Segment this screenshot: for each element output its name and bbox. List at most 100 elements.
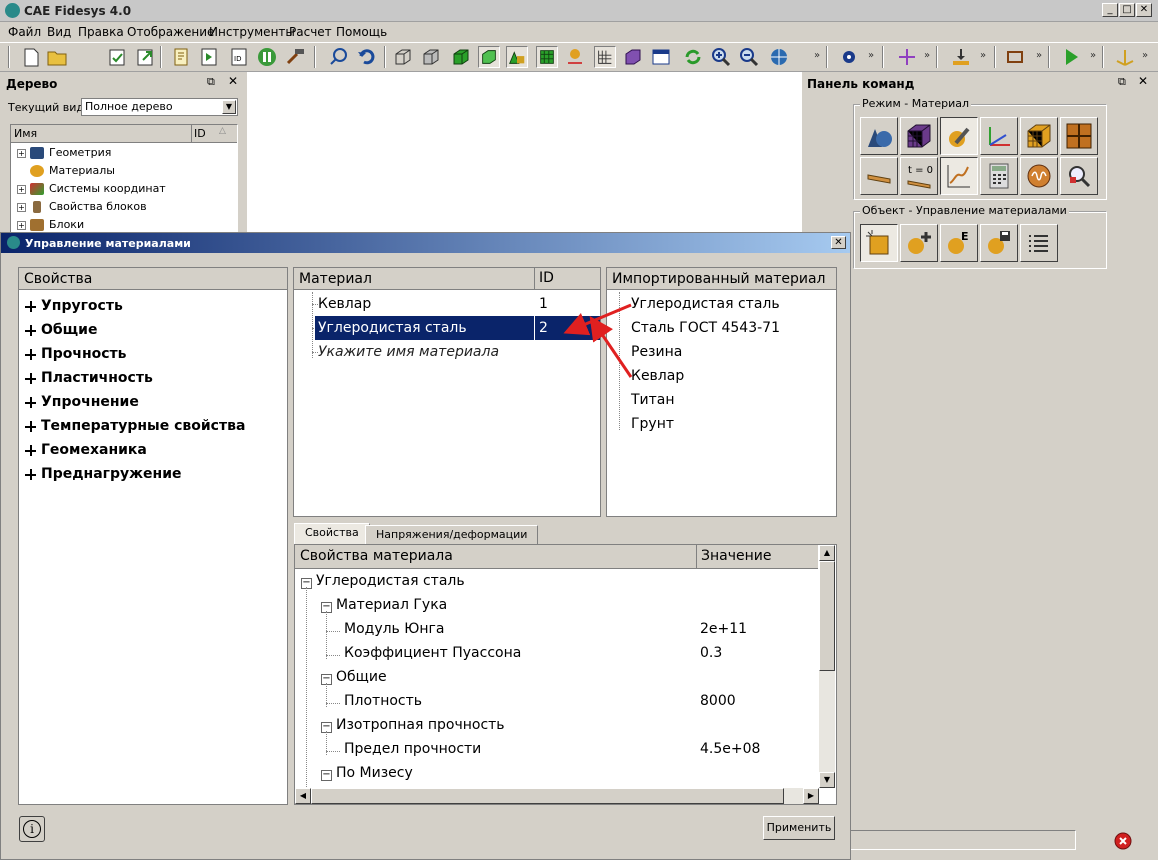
play-script-icon[interactable] bbox=[198, 46, 220, 68]
shaded-icon[interactable] bbox=[450, 46, 472, 68]
load-icon[interactable] bbox=[950, 46, 972, 68]
nodes-icon[interactable] bbox=[564, 46, 586, 68]
prop-hooke[interactable]: − Материал Гука bbox=[321, 597, 447, 613]
blocks-mode-button[interactable] bbox=[1020, 117, 1058, 155]
run-icon[interactable] bbox=[1060, 46, 1082, 68]
prop-ultimate[interactable]: Предел прочности bbox=[344, 741, 481, 757]
expand-icon[interactable]: + bbox=[17, 220, 26, 230]
float-icon[interactable]: ⧉ bbox=[207, 75, 215, 89]
value-col-header[interactable]: Значение bbox=[701, 548, 771, 564]
tree-item-coordinate-systems[interactable]: + Системы координат bbox=[17, 181, 166, 197]
vertical-scrollbar[interactable]: ▲ ▼ bbox=[819, 545, 835, 788]
info-button[interactable]: i bbox=[19, 816, 45, 842]
viewport-canvas[interactable] bbox=[247, 72, 802, 237]
axes-icon[interactable] bbox=[1114, 46, 1136, 68]
expand-icon[interactable] bbox=[25, 348, 36, 360]
crosshair-icon[interactable] bbox=[896, 46, 918, 68]
imported-item[interactable]: Сталь ГОСТ 4543-71 bbox=[631, 316, 780, 340]
scroll-down-icon[interactable]: ▼ bbox=[819, 772, 835, 788]
menu-tools[interactable]: Инструменты bbox=[209, 25, 295, 39]
calculator-button[interactable] bbox=[980, 157, 1018, 195]
id-icon[interactable]: ID bbox=[228, 46, 250, 68]
scroll-up-icon[interactable]: ▲ bbox=[819, 545, 835, 561]
expand-icon[interactable]: + bbox=[17, 184, 26, 194]
toolbar-overflow-icon[interactable]: » bbox=[980, 50, 986, 61]
prop-young-value[interactable]: 2e+11 bbox=[700, 621, 747, 637]
apply-button[interactable]: Применить bbox=[763, 816, 835, 840]
mesh-mode-button[interactable] bbox=[900, 117, 938, 155]
prop-col-header[interactable]: Свойства материала bbox=[300, 548, 453, 564]
menu-view[interactable]: Вид bbox=[47, 25, 71, 39]
tree-item-blocks[interactable]: + Блоки bbox=[17, 217, 84, 233]
zoom-in-icon[interactable] bbox=[710, 46, 732, 68]
scroll-right-icon[interactable]: ▶ bbox=[803, 788, 819, 804]
expand-icon[interactable] bbox=[25, 420, 36, 432]
prop-density-value[interactable]: 8000 bbox=[700, 693, 736, 709]
edit-material-button[interactable]: E bbox=[940, 224, 978, 262]
add-material-button[interactable] bbox=[900, 224, 938, 262]
curve-mode-button[interactable] bbox=[940, 157, 978, 195]
initial-condition-button[interactable]: t = 0 bbox=[900, 157, 938, 195]
tab-properties[interactable]: Свойства bbox=[294, 523, 370, 545]
script-icon[interactable] bbox=[170, 46, 192, 68]
property-thermal[interactable]: Температурные свойства bbox=[25, 414, 245, 438]
hidden-line-icon[interactable] bbox=[420, 46, 442, 68]
imported-item[interactable]: Грунт bbox=[631, 412, 674, 436]
inspect-button[interactable] bbox=[1060, 157, 1098, 195]
menu-calc[interactable]: Расчет bbox=[289, 25, 332, 39]
prop-isotropic-strength[interactable]: − Изотропная прочность bbox=[321, 717, 505, 733]
id-col-header[interactable]: ID bbox=[539, 270, 554, 286]
material-manager-button[interactable] bbox=[860, 224, 898, 262]
tree-view[interactable]: Имя ID △ + Геометрия Материалы + Системы к… bbox=[10, 124, 238, 237]
new-file-icon[interactable] bbox=[20, 46, 42, 68]
import-icon[interactable] bbox=[106, 46, 128, 68]
menu-help[interactable]: Помощь bbox=[336, 25, 387, 39]
property-preload[interactable]: Преднагружение bbox=[25, 462, 182, 486]
expand-icon[interactable] bbox=[25, 444, 36, 456]
save-material-button[interactable] bbox=[980, 224, 1018, 262]
tree-item-materials[interactable]: Материалы bbox=[30, 163, 115, 179]
tab-stress-strain[interactable]: Напряжения/деформации bbox=[365, 525, 539, 545]
prop-ultimate-value[interactable]: 4.5e+08 bbox=[700, 741, 760, 757]
export-icon[interactable] bbox=[134, 46, 156, 68]
pause-icon[interactable] bbox=[256, 46, 278, 68]
expand-icon[interactable] bbox=[25, 468, 36, 480]
panel-close-icon[interactable]: ✕ bbox=[1138, 74, 1148, 88]
prop-general[interactable]: − Общие bbox=[321, 669, 387, 685]
prop-young[interactable]: Модуль Юнга bbox=[344, 621, 444, 637]
fit-view-icon[interactable] bbox=[768, 46, 790, 68]
constraint-icon[interactable] bbox=[1004, 46, 1026, 68]
expand-icon[interactable] bbox=[25, 372, 36, 384]
expand-icon[interactable] bbox=[25, 300, 36, 312]
tree-item-block-properties[interactable]: + Свойства блоков bbox=[17, 199, 147, 215]
dialog-close-button[interactable]: ✕ bbox=[831, 236, 846, 249]
maximize-button[interactable]: □ bbox=[1119, 3, 1135, 17]
wave-button[interactable] bbox=[1020, 157, 1058, 195]
box-purple-icon[interactable] bbox=[622, 46, 644, 68]
chevron-down-icon[interactable]: ▼ bbox=[222, 100, 236, 114]
stop-icon[interactable] bbox=[1114, 832, 1132, 850]
toolbar-overflow-icon[interactable]: » bbox=[1142, 50, 1148, 61]
tree-item-geometry[interactable]: + Геометрия bbox=[17, 145, 111, 161]
toolbar-overflow-icon[interactable]: » bbox=[1090, 50, 1096, 61]
geometry-mode-button[interactable] bbox=[860, 117, 898, 155]
menu-file[interactable]: Файл bbox=[8, 25, 41, 39]
property-general[interactable]: Общие bbox=[25, 318, 97, 342]
toolbar-overflow-icon[interactable]: » bbox=[868, 50, 874, 61]
toolbar-overflow-icon[interactable]: » bbox=[814, 50, 820, 61]
coordinate-mode-button[interactable] bbox=[980, 117, 1018, 155]
toolbar-overflow-icon[interactable]: » bbox=[1036, 50, 1042, 61]
transparent-icon[interactable] bbox=[478, 46, 500, 68]
view-select[interactable]: Полное дерево ▼ bbox=[81, 98, 238, 116]
prop-poisson[interactable]: Коэффициент Пуассона bbox=[344, 645, 521, 661]
property-geomechanics[interactable]: Геомеханика bbox=[25, 438, 147, 462]
float-icon[interactable]: ⧉ bbox=[1118, 75, 1126, 89]
material-list-button[interactable] bbox=[1020, 224, 1058, 262]
undo-history-icon[interactable] bbox=[328, 46, 350, 68]
geometry-shaded-icon[interactable] bbox=[506, 46, 528, 68]
scroll-thumb[interactable] bbox=[311, 788, 784, 804]
material-col-header[interactable]: Материал bbox=[299, 271, 372, 287]
expand-icon[interactable] bbox=[25, 324, 36, 336]
prop-mises[interactable]: − По Мизесу bbox=[321, 765, 413, 781]
wireframe-icon[interactable] bbox=[392, 46, 414, 68]
